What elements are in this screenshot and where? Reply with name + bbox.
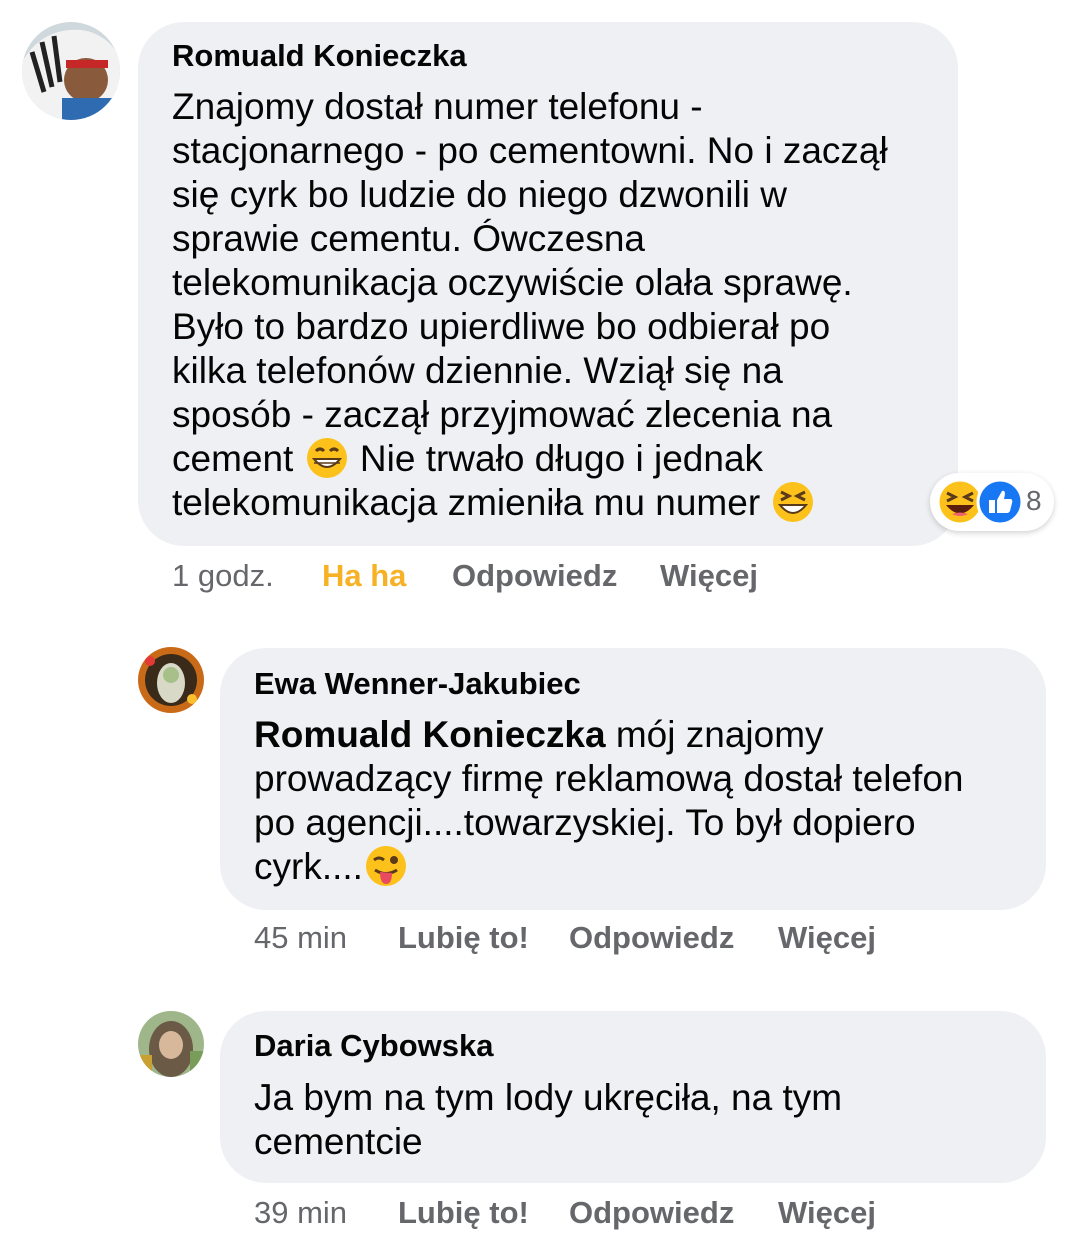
reply-button[interactable]: Odpowiedz [569, 1195, 734, 1231]
like-button[interactable]: Lubię to! [398, 920, 529, 956]
comment-author[interactable]: Romuald Konieczka [172, 38, 467, 74]
reactions-summary[interactable]: 8 [930, 473, 1054, 531]
reaction-count: 8 [1026, 485, 1042, 516]
comment-author[interactable]: Ewa Wenner-Jakubiec [254, 666, 581, 702]
laughing-squint-emoji [773, 482, 814, 522]
reply-button[interactable]: Odpowiedz [452, 558, 617, 594]
more-button[interactable]: Więcej [778, 1195, 876, 1231]
comment-text: Znajomy dostał numer telefonu - stacjona… [172, 86, 888, 523]
like-reaction-icon [976, 478, 1024, 526]
grinning-face-emoji [306, 438, 347, 478]
more-button[interactable]: Więcej [778, 920, 876, 956]
comment-time[interactable]: 45 min [254, 920, 347, 956]
winking-tongue-emoji [365, 846, 406, 886]
more-button[interactable]: Więcej [660, 558, 758, 594]
haha-button[interactable]: Ha ha [322, 558, 406, 594]
avatar-romuald[interactable] [22, 22, 120, 120]
avatar-ewa[interactable] [138, 647, 204, 713]
comment-text: Ja bym na tym lody ukręciła, na tym ceme… [254, 1077, 843, 1162]
comment-time[interactable]: 39 min [254, 1195, 347, 1231]
comment-time[interactable]: 1 godz. [172, 558, 274, 594]
avatar-daria[interactable] [138, 1011, 204, 1077]
mention-link[interactable]: Romuald Konieczka [254, 714, 606, 755]
comment-author[interactable]: Daria Cybowska [254, 1028, 494, 1064]
reply-button[interactable]: Odpowiedz [569, 920, 734, 956]
comment-text: Romuald Konieczka mój znajomy prowadzący… [254, 714, 964, 887]
like-button[interactable]: Lubię to! [398, 1195, 529, 1231]
